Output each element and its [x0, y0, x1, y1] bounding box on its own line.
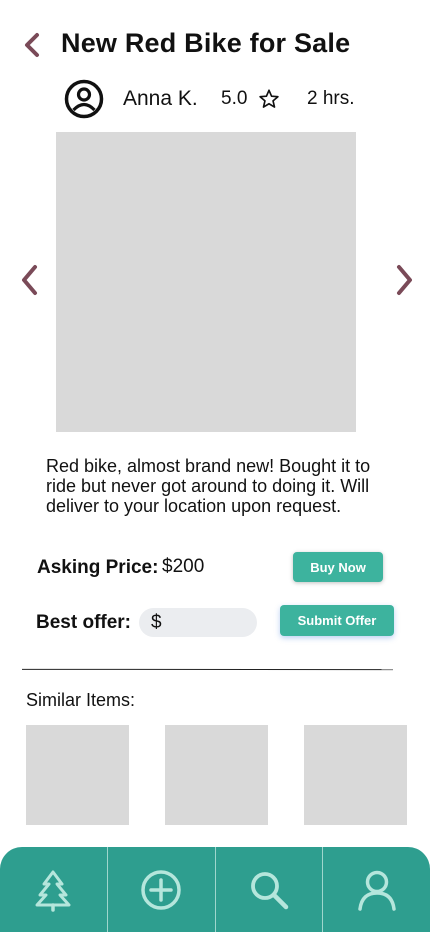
offer-field[interactable]: $ — [139, 608, 257, 637]
currency-symbol: $ — [151, 611, 162, 633]
divider — [21, 668, 394, 671]
listing-image — [56, 132, 356, 432]
similar-items-title: Similar Items: — [26, 690, 136, 710]
search-icon — [250, 871, 289, 909]
similar-item[interactable] — [304, 725, 407, 825]
chevron-left-icon — [22, 265, 37, 295]
nav-item-search[interactable] — [216, 847, 324, 932]
next-image-button[interactable] — [390, 262, 420, 298]
bottom-nav — [0, 847, 430, 932]
posted-time: 2 hrs. — [307, 88, 355, 109]
profile-icon — [357, 870, 396, 911]
seller-rating: 5.0 — [221, 88, 248, 109]
nav-item-home[interactable] — [0, 847, 108, 932]
user-avatar-icon[interactable] — [64, 79, 104, 119]
star-icon — [259, 89, 279, 108]
similar-item[interactable] — [165, 725, 268, 825]
buy-now-button[interactable]: Buy Now — [293, 552, 383, 582]
add-circle-icon — [141, 869, 181, 910]
nav-item-profile[interactable] — [323, 847, 430, 932]
back-button[interactable] — [18, 30, 46, 60]
nav-item-add[interactable] — [108, 847, 216, 932]
chevron-left-icon — [25, 33, 39, 57]
previous-image-button[interactable] — [14, 262, 44, 298]
similar-item[interactable] — [26, 725, 129, 825]
page-title: New Red Bike for Sale — [61, 28, 351, 58]
seller-name[interactable]: Anna K. — [123, 87, 198, 111]
offer-amount-input[interactable] — [167, 612, 248, 633]
best-offer-label: Best offer: — [36, 612, 132, 633]
asking-price-value: $200 — [162, 556, 205, 577]
tree-icon — [35, 870, 71, 912]
listing-description: Red bike, almost brand new! Bought it to… — [46, 456, 371, 516]
asking-price-label: Asking Price: — [37, 557, 159, 578]
submit-offer-button[interactable]: Submit Offer — [280, 605, 394, 636]
chevron-right-icon — [397, 265, 412, 295]
